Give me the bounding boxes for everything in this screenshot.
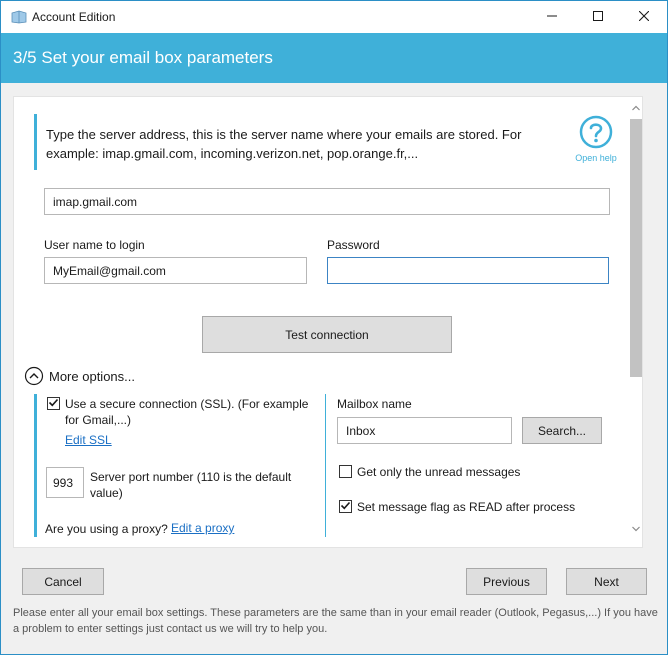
username-label: User name to login	[44, 238, 145, 252]
step-header: 3/5 Set your email box parameters	[1, 33, 667, 83]
help-label: Open help	[575, 153, 617, 163]
port-label: Server port number (110 is the default v…	[90, 470, 292, 500]
minimize-icon	[547, 10, 557, 24]
next-button[interactable]: Next	[566, 568, 647, 595]
ssl-checkbox[interactable]	[47, 397, 60, 410]
scroll-down-icon[interactable]	[631, 524, 641, 534]
ssl-label: Use a secure connection (SSL). (For exam…	[65, 397, 309, 427]
more-options-label: More options...	[49, 368, 135, 384]
step-title: 3/5 Set your email box parameters	[13, 48, 273, 67]
mailbox-options-divider	[325, 394, 326, 537]
unread-only-checkbox[interactable]	[339, 465, 352, 478]
maximize-button[interactable]	[575, 1, 621, 33]
checkmark-icon	[340, 500, 351, 514]
mailbox-label: Mailbox name	[337, 397, 412, 411]
info-box: Type the server address, this is the ser…	[34, 114, 617, 170]
username-input[interactable]	[44, 257, 307, 284]
scroll-up-icon[interactable]	[631, 103, 641, 113]
read-flag-label: Set message flag as READ after process	[357, 500, 576, 514]
vertical-scrollbar[interactable]	[629, 97, 642, 547]
footer-help-text: Please enter all your email box settings…	[13, 607, 658, 635]
close-button[interactable]	[621, 1, 667, 33]
app-icon	[11, 10, 27, 24]
server-address-input[interactable]	[44, 188, 610, 215]
info-text: Type the server address, this is the ser…	[46, 127, 522, 161]
test-connection-button[interactable]: Test connection	[202, 316, 452, 353]
minimize-button[interactable]	[529, 1, 575, 33]
settings-panel: Type the server address, this is the ser…	[13, 96, 643, 548]
help-icon	[579, 115, 613, 152]
edit-ssl-link[interactable]: Edit SSL	[65, 433, 112, 447]
proxy-question: Are you using a proxy?	[45, 522, 168, 536]
title-bar: Account Edition	[1, 1, 667, 33]
window-title: Account Edition	[32, 10, 116, 24]
read-flag-checkbox[interactable]	[339, 500, 352, 513]
scroll-thumb[interactable]	[630, 119, 642, 377]
account-edition-window: Account Edition 3/5 Set your email box p…	[0, 0, 668, 655]
more-options-toggle[interactable]: More options...	[24, 366, 135, 386]
search-mailbox-button[interactable]: Search...	[522, 417, 602, 444]
chevron-up-circle-icon	[24, 366, 44, 386]
mailbox-input[interactable]	[337, 417, 512, 444]
close-icon	[638, 10, 650, 24]
edit-proxy-link[interactable]: Edit a proxy	[171, 521, 234, 535]
password-input[interactable]	[327, 257, 609, 284]
checkmark-icon	[48, 397, 59, 411]
previous-button[interactable]: Previous	[466, 568, 547, 595]
maximize-icon	[593, 10, 603, 24]
port-input[interactable]	[46, 467, 84, 498]
cancel-button[interactable]: Cancel	[22, 568, 104, 595]
password-label: Password	[327, 238, 380, 252]
open-help-button[interactable]: Open help	[573, 115, 619, 163]
unread-only-label: Get only the unread messages	[357, 465, 521, 479]
